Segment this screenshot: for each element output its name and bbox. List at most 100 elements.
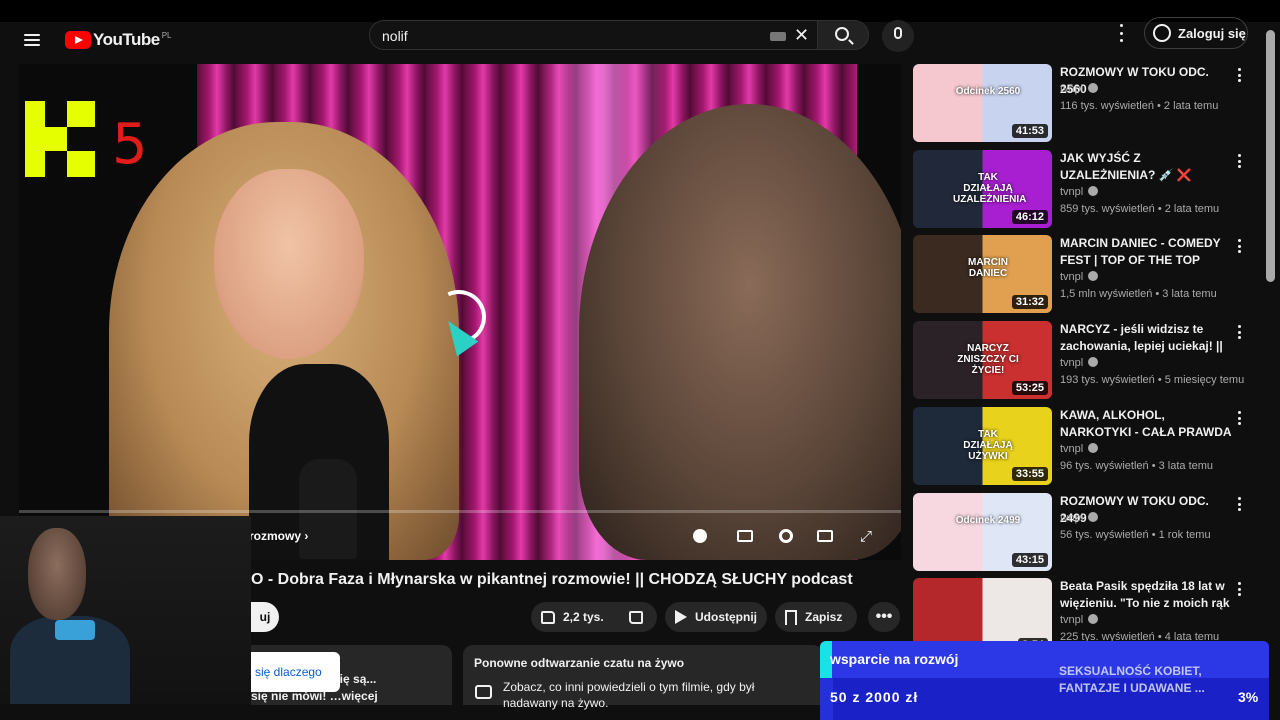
thumbs-down-icon <box>629 610 643 624</box>
recommendation-item[interactable]: MARCIN DANIEC 31:32 MARCIN DANIEC - COMEDY… <box>913 235 1258 315</box>
recommendation-title[interactable]: KAWA, ALKOHOL, NARKOTYKI - CAŁA PRAWDA O… <box>1060 407 1234 441</box>
video-progress-bar[interactable] <box>19 510 901 513</box>
webcam-person-collar <box>55 620 95 640</box>
thumbnail-caption: Odcinek 2499 <box>955 515 1021 526</box>
recommendation-item[interactable]: Odcinek 2560 41:53 ROZMOWY W TOKU ODC. 256… <box>913 64 1258 144</box>
save-label: Zapisz <box>805 610 843 624</box>
recommendation-thumbnail[interactable]: Odcinek 2560 41:53 <box>913 64 1052 142</box>
recommendation-meta: 1,5 mln wyświetleń • 3 lata temu <box>1060 288 1217 300</box>
scrollbar-thumb[interactable] <box>1266 30 1275 282</box>
thumbnail-caption: MARCIN DANIEC <box>968 257 1008 279</box>
share-label: Udostępnij <box>695 610 757 624</box>
recommendation-thumbnail[interactable]: TAK DZIAŁAJĄ UZALEŻNIENIA 46:12 <box>913 150 1052 228</box>
chapter-label[interactable]: rozmowy › <box>249 529 308 543</box>
recommendation-channel[interactable]: tvnpl <box>1060 512 1099 524</box>
chat-replay-title: Ponowne odtwarzanie czatu na żywo <box>474 656 685 670</box>
underlying-recommendation-title: SEKSUALNOŚĆ KOBIET, FANTAZJE I UDAWANE .… <box>1059 664 1205 695</box>
account-icon <box>1153 24 1171 42</box>
recommendation-menu-icon[interactable] <box>1238 582 1242 596</box>
webcam-person-head <box>28 528 86 620</box>
save-button[interactable]: Zapisz <box>775 602 857 632</box>
channel-logo-number: 5 <box>112 112 148 177</box>
menu-icon[interactable] <box>24 31 46 51</box>
chat-replay-card[interactable]: Ponowne odtwarzanie czatu na żywo Zobacz… <box>463 645 823 710</box>
video-duration: 31:32 <box>1011 295 1048 309</box>
recommendation-channel[interactable]: tvnpl <box>1060 271 1099 283</box>
settings-button[interactable] <box>773 524 799 548</box>
theater-button[interactable] <box>812 524 838 548</box>
recommendation-channel[interactable]: tvnpl <box>1060 614 1099 626</box>
recommendation-menu-icon[interactable] <box>1238 239 1242 253</box>
recommendation-menu-icon[interactable] <box>1238 411 1242 425</box>
recommendation-item[interactable]: Odcinek 2499 43:15 ROZMOWY W TOKU ODC. 249… <box>913 493 1258 573</box>
recommendation-thumbnail[interactable]: TAK DZIAŁAJĄ UŻYWKI 33:55 <box>913 407 1052 485</box>
search-query: nolif <box>382 28 408 44</box>
search-icon <box>835 27 849 41</box>
recommendation-channel[interactable]: tvnpl <box>1060 186 1099 198</box>
verified-icon <box>1088 614 1099 624</box>
youtube-logo[interactable]: YouTube PL <box>65 25 172 55</box>
thumbnail-caption: TAK DZIAŁAJĄ UZALEŻNIENIA <box>953 172 1027 205</box>
voice-search-button[interactable] <box>882 20 914 52</box>
recommendation-thumbnail[interactable]: Odcinek 2499 43:15 <box>913 493 1052 571</box>
chat-bubble-icon <box>475 685 492 699</box>
recommendation-channel[interactable]: tvnpl <box>1060 357 1099 369</box>
verified-icon <box>1088 512 1099 522</box>
recommendation-channel[interactable]: tvnpl <box>1060 83 1099 95</box>
more-actions-icon[interactable]: ••• <box>868 602 900 632</box>
recommendation-item[interactable]: TAK DZIAŁAJĄ UŻYWKI 33:55 KAWA, ALKOHOL, N… <box>913 407 1258 487</box>
dislike-button[interactable] <box>615 602 657 632</box>
verified-icon <box>1088 271 1099 281</box>
share-icon <box>675 610 687 624</box>
microphone-icon <box>894 27 902 39</box>
recommendation-title[interactable]: NARCYZ - jeśli widzisz te zachowania, le… <box>1060 321 1234 355</box>
like-button[interactable]: 2,2 tys. <box>531 602 615 632</box>
search-button[interactable] <box>817 20 869 50</box>
like-count: 2,2 tys. <box>563 610 604 624</box>
verified-icon <box>1088 83 1099 93</box>
sign-in-label: Zaloguj się <box>1178 25 1246 41</box>
chat-replay-description: Zobacz, co inni powiedzieli o tym filmie… <box>503 680 755 710</box>
keyboard-icon[interactable] <box>770 32 786 41</box>
settings-icon <box>779 529 793 543</box>
share-button[interactable]: Udostępnij <box>665 602 767 632</box>
thumbnail-caption: NARCYZ ZNISZCZY CI ŻYCIE! <box>957 343 1019 376</box>
recommendation-menu-icon[interactable] <box>1238 154 1242 168</box>
recommendation-item[interactable]: NARCYZ ZNISZCZY CI ŻYCIE! 53:25 NARCYZ - j… <box>913 321 1258 401</box>
recommendation-menu-icon[interactable] <box>1238 497 1242 511</box>
donation-label: wsparcie na rozwój <box>830 651 959 667</box>
recommendation-thumbnail[interactable]: NARCYZ ZNISZCZY CI ŻYCIE! 53:25 <box>913 321 1052 399</box>
tooltip-link[interactable]: się dlaczego <box>251 652 340 692</box>
subtitles-icon <box>737 530 753 542</box>
recommendation-menu-icon[interactable] <box>1238 68 1242 82</box>
clear-icon[interactable]: ✕ <box>794 25 809 46</box>
recommendation-thumbnail[interactable]: MARCIN DANIEC 31:32 <box>913 235 1052 313</box>
recommendation-meta: 96 tys. wyświetleń • 3 lata temu <box>1060 460 1214 472</box>
donation-goal-overlay: wsparcie na rozwój SEKSUALNOŚĆ KOBIET, F… <box>820 641 1269 720</box>
recommendation-meta: 193 tys. wyświetleń • 5 miesięcy temu <box>1060 374 1245 386</box>
video-player[interactable]: 5 rozmowy › ⤢ <box>19 64 901 560</box>
recommendation-channel[interactable]: tvnpl <box>1060 443 1099 455</box>
fullscreen-button[interactable]: ⤢ <box>853 524 879 548</box>
recommendation-title[interactable]: MARCIN DANIEC - COMEDY FEST | TOP OF THE… <box>1060 235 1234 269</box>
video-title: O - Dobra Faza i Młynarska w pikantnej r… <box>251 571 853 588</box>
video-duration: 53:25 <box>1011 381 1048 395</box>
subscribe-button[interactable]: uj <box>251 602 279 632</box>
donation-amount: 50 z 2000 zł <box>830 689 919 705</box>
sign-in-button[interactable]: Zaloguj się <box>1144 17 1248 49</box>
donation-percent: 3% <box>1238 689 1259 705</box>
settings-kebab-icon[interactable] <box>1118 24 1124 42</box>
video-duration: 46:12 <box>1011 210 1048 224</box>
thumbnail-caption: Odcinek 2560 <box>955 86 1021 97</box>
recommendation-item[interactable]: TAK DZIAŁAJĄ UZALEŻNIENIA 46:12 JAK WYJŚĆ … <box>913 150 1258 230</box>
video-duration: 33:55 <box>1011 467 1048 481</box>
search-input[interactable]: nolif ✕ <box>369 20 817 50</box>
recommendation-menu-icon[interactable] <box>1238 325 1242 339</box>
youtube-play-icon <box>65 31 91 49</box>
subtitles-button[interactable] <box>732 524 758 548</box>
recommendation-title[interactable]: Beata Pasik spędziła 18 lat w więzieniu.… <box>1060 578 1234 612</box>
video-frame-person-face <box>214 169 364 359</box>
video-duration: 43:15 <box>1011 553 1048 567</box>
pause-button[interactable] <box>687 524 713 548</box>
recommendation-title[interactable]: JAK WYJŚĆ Z UZALEŻNIENIA? 💉 ❌ Historia M… <box>1060 150 1234 184</box>
